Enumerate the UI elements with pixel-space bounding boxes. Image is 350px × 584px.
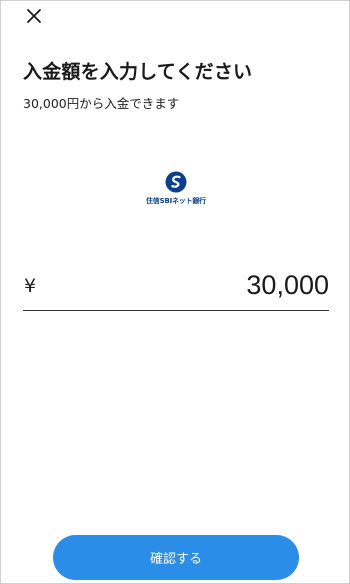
deposit-amount-screen: 入金額を入力してください 30,000円から入金できます 住信SBIネット銀行 …: [0, 0, 350, 584]
close-button[interactable]: [23, 5, 45, 27]
close-icon: [27, 9, 41, 23]
amount-input[interactable]: [89, 268, 329, 302]
minimum-deposit-note: 30,000円から入金できます: [23, 96, 180, 111]
amount-field: ¥: [23, 266, 329, 311]
bank-logo-icon: [165, 171, 187, 193]
bank-logo: 住信SBIネット銀行: [145, 171, 207, 211]
page-title: 入金額を入力してください: [23, 61, 253, 83]
confirm-button[interactable]: 確認する: [53, 535, 299, 580]
currency-symbol: ¥: [24, 275, 37, 297]
bank-name: 住信SBIネット銀行: [146, 197, 206, 205]
